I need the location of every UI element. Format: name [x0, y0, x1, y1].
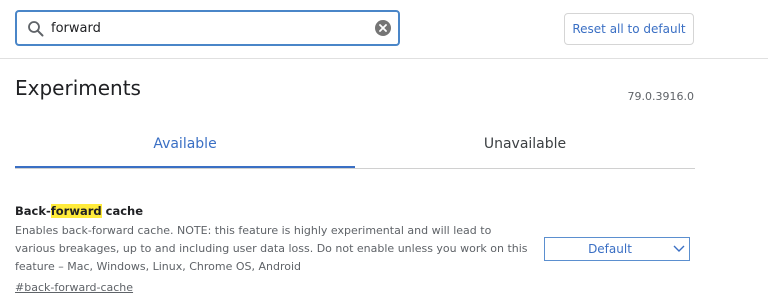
- feature-permalink[interactable]: #back-forward-cache: [15, 279, 133, 295]
- search-icon: [28, 21, 44, 37]
- chevron-down-icon: [673, 245, 685, 252]
- flags-page: Reset all to default Experiments 79.0.39…: [0, 0, 768, 295]
- feature-description: Enables back-forward cache. NOTE: this f…: [15, 224, 528, 273]
- search-input[interactable]: [51, 18, 351, 38]
- search-match-highlight: forward: [50, 204, 102, 218]
- select-value: Default: [588, 242, 632, 256]
- clear-icon[interactable]: [375, 20, 391, 36]
- feature-title-suffix: cache: [101, 204, 144, 218]
- tab-bar: Available Unavailable: [15, 126, 695, 169]
- feature-title-prefix: Back-: [15, 204, 51, 218]
- tab-available[interactable]: Available: [15, 126, 355, 168]
- search-box[interactable]: [15, 10, 400, 46]
- tab-unavailable[interactable]: Unavailable: [355, 126, 695, 167]
- reset-all-button[interactable]: Reset all to default: [564, 13, 694, 45]
- feature-state-select[interactable]: Default: [544, 237, 690, 261]
- header: Reset all to default: [0, 0, 768, 59]
- version-label: 79.0.3916.0: [627, 90, 694, 103]
- page-title: Experiments: [15, 76, 141, 100]
- feature-title: Back-forward cache: [15, 204, 755, 218]
